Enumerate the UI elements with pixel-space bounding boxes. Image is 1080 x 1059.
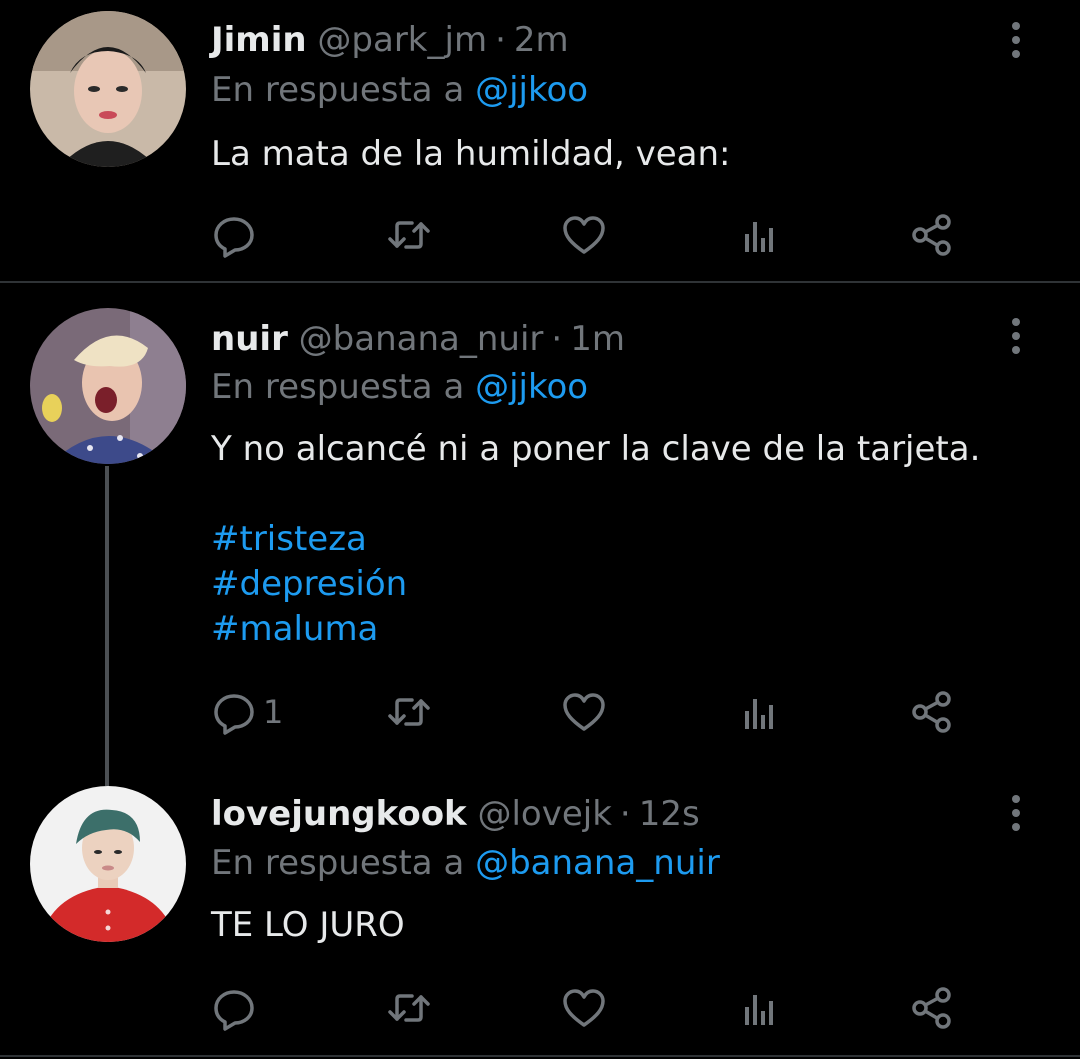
like-button[interactable] <box>561 210 607 260</box>
reply-to-link[interactable]: @jjkoo <box>475 70 588 110</box>
avatar-image <box>30 786 186 942</box>
retweet-icon <box>388 221 430 249</box>
like-icon <box>563 989 605 1027</box>
more-button[interactable] <box>1004 314 1028 358</box>
analytics-icon <box>745 222 773 252</box>
reply-context: En respuesta a @jjkoo <box>211 68 588 112</box>
separator: · <box>551 319 563 359</box>
reply-button[interactable]: 1 <box>211 687 283 737</box>
user-handle[interactable]: @banana_nuir <box>299 319 544 359</box>
share-icon <box>912 214 951 256</box>
reply-to-link[interactable]: @banana_nuir <box>475 843 720 883</box>
hashtag-link[interactable]: #depresión <box>211 562 407 607</box>
analytics-button[interactable] <box>736 983 782 1033</box>
share-icon <box>912 987 951 1029</box>
tweet-2[interactable]: nuir @banana_nuir · 1m En respuesta a @jjk… <box>0 283 1080 763</box>
tweet-text: La mata de la humildad, vean: <box>211 134 731 174</box>
reply-to-link[interactable]: @jjkoo <box>475 367 588 407</box>
tweet-3[interactable]: lovejungkook @lovejk · 12s En respuesta a … <box>0 763 1080 1053</box>
hashtag-list: #tristeza #depresión #maluma <box>211 517 407 652</box>
reply-prefix: En respuesta a <box>211 367 465 407</box>
reply-count: 1 <box>263 693 284 731</box>
timestamp[interactable]: 2m <box>514 20 569 60</box>
tweet-1[interactable]: Jimin @park_jm · 2m En respuesta a @jjkoo … <box>0 0 1080 282</box>
tweet-header: lovejungkook @lovejk · 12s <box>211 792 700 836</box>
reply-button[interactable] <box>211 983 263 1033</box>
action-bar: 1 <box>211 687 971 737</box>
avatar-lovejungkook[interactable] <box>30 786 186 942</box>
avatar-image <box>30 11 186 167</box>
user-handle[interactable]: @park_jm <box>317 20 487 60</box>
action-bar <box>211 983 971 1033</box>
reply-icon <box>214 694 254 735</box>
retweet-button[interactable] <box>386 687 432 737</box>
share-button[interactable] <box>909 210 955 260</box>
more-icon <box>1012 318 1020 354</box>
tweet-text: Y no alcancé ni a poner la clave de la t… <box>211 429 981 469</box>
display-name[interactable]: lovejungkook <box>211 794 467 834</box>
reply-context: En respuesta a @jjkoo <box>211 365 588 409</box>
share-button[interactable] <box>909 983 955 1033</box>
separator: · <box>619 794 631 834</box>
analytics-button[interactable] <box>736 687 782 737</box>
reply-prefix: En respuesta a <box>211 843 465 883</box>
timestamp[interactable]: 1m <box>570 319 625 359</box>
retweet-icon <box>388 994 430 1022</box>
display-name[interactable]: nuir <box>211 319 288 359</box>
like-button[interactable] <box>561 687 607 737</box>
timestamp[interactable]: 12s <box>639 794 700 834</box>
reply-context: En respuesta a @banana_nuir <box>211 841 720 885</box>
hashtag-link[interactable]: #tristeza <box>211 517 407 562</box>
tweet-text: TE LO JURO <box>211 905 405 945</box>
hashtag-link[interactable]: #maluma <box>211 607 407 652</box>
share-icon <box>912 691 951 733</box>
tweet-header: nuir @banana_nuir · 1m <box>211 317 625 361</box>
more-button[interactable] <box>1004 18 1028 62</box>
share-button[interactable] <box>909 687 955 737</box>
separator: · <box>495 20 506 60</box>
more-icon <box>1012 795 1020 831</box>
retweet-button[interactable] <box>386 983 432 1033</box>
reply-icon <box>214 990 254 1031</box>
more-button[interactable] <box>1004 791 1028 835</box>
tweet-divider <box>0 1055 1080 1057</box>
reply-icon <box>214 217 254 258</box>
retweet-button[interactable] <box>386 210 432 260</box>
like-icon <box>563 693 605 731</box>
analytics-icon <box>745 699 773 729</box>
reply-button[interactable] <box>211 210 263 260</box>
avatar-image <box>30 308 186 464</box>
user-handle[interactable]: @lovejk <box>477 794 611 834</box>
avatar-nuir[interactable] <box>30 308 186 464</box>
display-name[interactable]: Jimin <box>211 20 307 60</box>
action-bar <box>211 210 971 260</box>
like-icon <box>563 216 605 254</box>
avatar-jimin[interactable] <box>30 11 186 167</box>
analytics-button[interactable] <box>736 210 782 260</box>
like-button[interactable] <box>561 983 607 1033</box>
more-icon <box>1012 22 1020 58</box>
reply-prefix: En respuesta a <box>211 70 465 110</box>
analytics-icon <box>745 995 773 1025</box>
retweet-icon <box>388 698 430 726</box>
tweet-header: Jimin @park_jm · 2m <box>211 18 569 62</box>
